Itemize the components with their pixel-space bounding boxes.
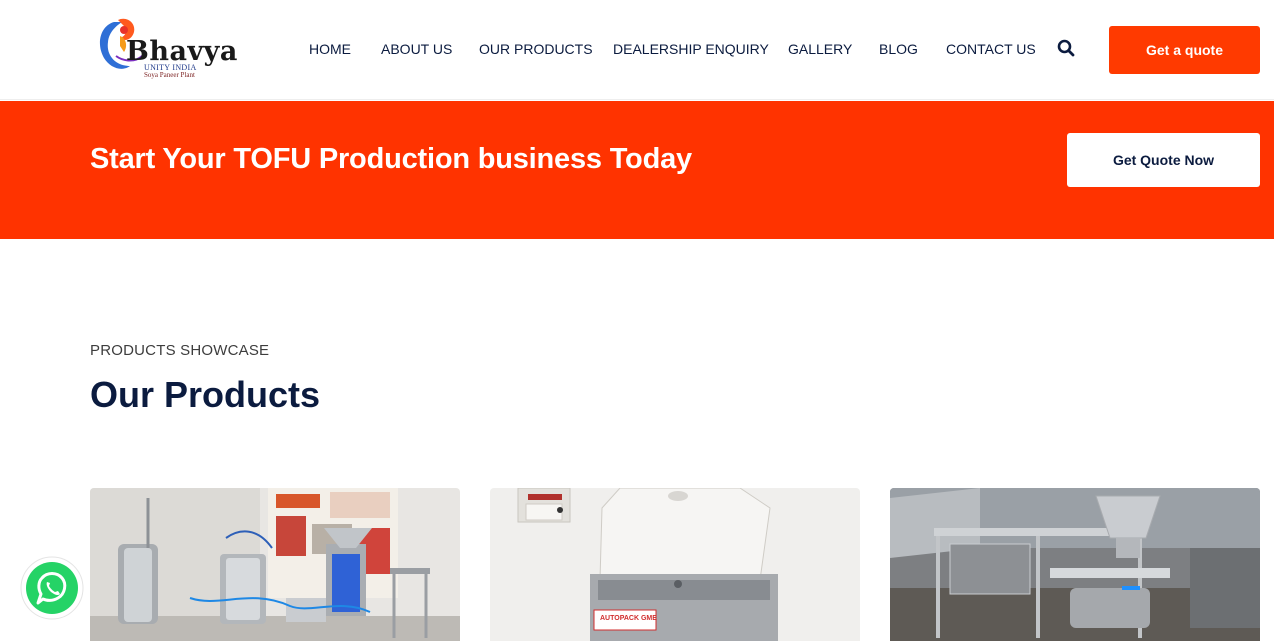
product-card-1[interactable] bbox=[90, 488, 460, 641]
product-card-3[interactable] bbox=[890, 488, 1260, 641]
nav-home[interactable]: HOME bbox=[309, 38, 351, 60]
soya-paneer-plant-photo bbox=[90, 488, 460, 641]
brand-subtitle: Soya Paneer Plant bbox=[144, 71, 195, 79]
banner-title: Start Your TOFU Production business Toda… bbox=[90, 143, 692, 175]
section-title: Our Products bbox=[90, 374, 321, 415]
cta-banner: Start Your TOFU Production business Toda… bbox=[0, 101, 1274, 239]
nav-about-us[interactable]: ABOUT US bbox=[381, 38, 452, 60]
get-a-quote-button[interactable]: Get a quote bbox=[1109, 26, 1260, 74]
site-header: Bhavya UNITY INDIA Soya Paneer Plant HOM… bbox=[0, 0, 1274, 100]
section-eyebrow: PRODUCTS SHOWCASE bbox=[90, 342, 270, 359]
search-icon[interactable] bbox=[1057, 39, 1075, 57]
vacuum-packing-machine-photo: AUTOPACK GME bbox=[490, 488, 860, 641]
product-card-2[interactable]: AUTOPACK GME bbox=[490, 488, 860, 641]
brand-logo[interactable]: Bhavya UNITY INDIA Soya Paneer Plant bbox=[96, 16, 237, 82]
nav-gallery[interactable]: GALLERY bbox=[788, 38, 852, 60]
product-2-brand-label: AUTOPACK GME bbox=[600, 615, 657, 622]
nav-dealership-enquiry[interactable]: DEALERSHIP ENQUIRY bbox=[613, 38, 769, 60]
nav-blog[interactable]: BLOG bbox=[879, 38, 918, 60]
tofu-machine-photo bbox=[890, 488, 1260, 641]
get-quote-now-button[interactable]: Get Quote Now bbox=[1067, 133, 1260, 187]
whatsapp-icon[interactable] bbox=[20, 556, 84, 620]
nav-contact-us[interactable]: CONTACT US bbox=[946, 38, 1036, 60]
nav-our-products[interactable]: OUR PRODUCTS bbox=[479, 38, 593, 60]
